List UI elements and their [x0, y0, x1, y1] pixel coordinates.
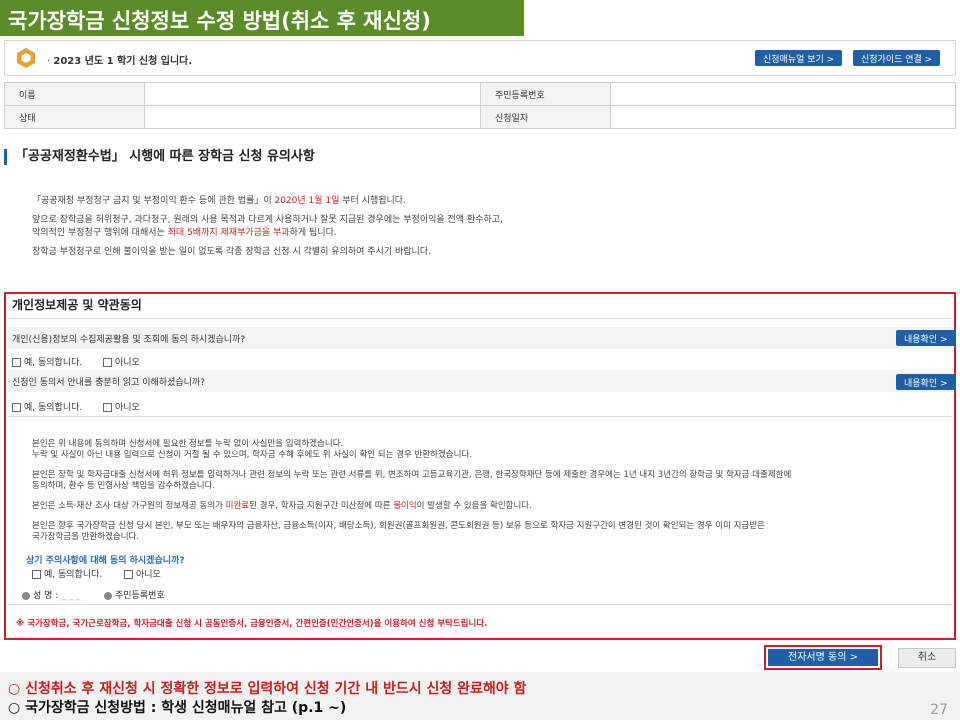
q1-agree-option[interactable]: 예, 동의합니다. — [12, 355, 82, 368]
pledge-4b: 국가장학금을 반환하겠습니다. — [32, 532, 140, 542]
notice-line-2: 앞으로 장학금을 허위청구, 과다청구, 원래의 사용 목적과 다르게 사용하거… — [32, 215, 503, 225]
final-consent-question: 상기 주의사항에 대해 동의 하시겠습니까? — [26, 556, 185, 566]
q1-disagree-option[interactable]: 아니오 — [103, 355, 140, 368]
rrn-label: 주민등록번호 — [480, 82, 611, 106]
date-value — [610, 105, 956, 129]
notice-line-1: 「공공재정 부정청구 금지 및 부정이익 환수 등에 관한 법률」이 2020년… — [32, 196, 406, 206]
consent-question-1: 개인(신용)정보의 수집제공활용 및 조회에 동의 하시겠습니까? — [8, 327, 952, 349]
certificate-warning: ※ 국가장학금, 국가근로장학금, 학자금대출 신청 시 공동인증서, 금융인증… — [16, 619, 488, 629]
bullet-dot-icon — [104, 591, 112, 600]
pledge-1b: 누락 및 사실이 아닌 내용 입력으로 신청이 거절 될 수 있으며, 학자금 … — [32, 450, 472, 460]
question-1-text: 개인(신용)정보의 수집제공활용 및 조회에 동의 하시겠습니까? — [12, 335, 246, 345]
guide-button[interactable]: 신청가이드 연결 > — [853, 50, 941, 66]
manual-button[interactable]: 신청매뉴얼 보기 > — [755, 50, 843, 66]
e-signature-button[interactable]: 전자서명 동의 > — [768, 649, 878, 666]
pledge-4a: 본인은 향후 국가장학금 신청 당시 본인, 부모 또는 배우자의 금융자산, … — [32, 521, 765, 531]
consent-title: 개인정보제공 및 약관동의 — [12, 298, 142, 312]
checkbox-icon[interactable] — [103, 358, 112, 367]
status-label: 상태 — [4, 105, 145, 129]
checkbox-icon[interactable] — [103, 403, 112, 412]
cancel-button[interactable]: 취소 — [898, 648, 956, 668]
divider — [8, 604, 952, 605]
date-label: 신청일자 — [480, 105, 611, 129]
signature-name-field[interactable]: 성 명 : _ _ _ — [22, 588, 80, 601]
checkbox-icon[interactable] — [12, 358, 21, 367]
pledge-2b: 동의하며, 환수 등 민형사상 책임을 감수하겠습니다. — [32, 481, 216, 491]
final-disagree-option[interactable]: 아니오 — [124, 567, 161, 580]
q2-agree-option[interactable]: 예, 동의합니다. — [12, 400, 82, 413]
footer-bullet-2: ○ 국가장학금 신청방법 : 학생 신청매뉴얼 참고 (p.1 ~) — [8, 700, 347, 716]
page-number: 27 — [930, 702, 948, 718]
checkbox-icon[interactable] — [124, 570, 133, 579]
semester-notice: · 2023 년도 1 학기 신청 입니다. — [47, 56, 193, 67]
signature-rrn-field[interactable]: 주민등록번호 — [104, 588, 165, 601]
pledge-2a: 본인은 장학 및 학자금대출 신청서에 허위 정보를 입력하거나 관련 정보의 … — [32, 470, 792, 480]
notice-line-4: 장학금 부정청구로 인해 불이익을 받는 일이 없도록 각종 장학금 신청 시 … — [32, 247, 431, 257]
question-2-text: 신청인 동의서 안내를 충분히 읽고 이해하셨습니까? — [12, 378, 205, 388]
view-content-button-1[interactable]: 내용확인 > — [896, 330, 956, 346]
checkbox-icon[interactable] — [12, 403, 21, 412]
pledge-3: 본인은 소득·재산 조사 대상 가구원의 정보제공 동의가 미완료된 경우, 학… — [32, 501, 532, 511]
q2-disagree-option[interactable]: 아니오 — [103, 400, 140, 413]
bullet-dot-icon — [22, 591, 30, 600]
pledge-1a: 본인은 위 내용에 동의하며 신청서에 필요한 정보를 누락 없이 사실만을 입… — [32, 439, 344, 449]
applicant-info-table: 이름 주민등록번호 상태 신청일자 — [4, 82, 956, 129]
consent-question-2: 신청인 동의서 안내를 충분히 읽고 이해하셨습니까? — [8, 370, 952, 392]
sign-button-highlight: 전자서명 동의 > — [764, 645, 882, 670]
notice-line-3: 악의적인 부정청구 행위에 대해서는 최대 5배까지 제재부가금을 부과하게 됩… — [32, 228, 337, 238]
divider — [8, 416, 952, 417]
hexagon-logo-icon — [17, 48, 35, 68]
divider — [8, 318, 952, 319]
checkbox-icon[interactable] — [32, 570, 41, 579]
rrn-value — [610, 82, 956, 106]
view-content-button-2[interactable]: 내용확인 > — [896, 374, 956, 390]
slide-title: 국가장학금 신청정보 수정 방법(취소 후 재신청) — [0, 0, 524, 36]
final-agree-option[interactable]: 예, 동의합니다. — [32, 567, 102, 580]
name-label: 이름 — [4, 82, 145, 106]
status-value — [144, 105, 481, 129]
name-value — [144, 82, 481, 106]
notice-section-title: 「공공재정환수법」 시행에 따른 장학금 신청 유의사항 — [4, 149, 315, 165]
footer-bullet-1: ○ 신청취소 후 재신청 시 정확한 정보로 입력하여 신청 기간 내 반드시 … — [8, 681, 527, 697]
semester-header: · 2023 년도 1 학기 신청 입니다. 신청매뉴얼 보기 > 신청가이드 … — [4, 40, 956, 76]
